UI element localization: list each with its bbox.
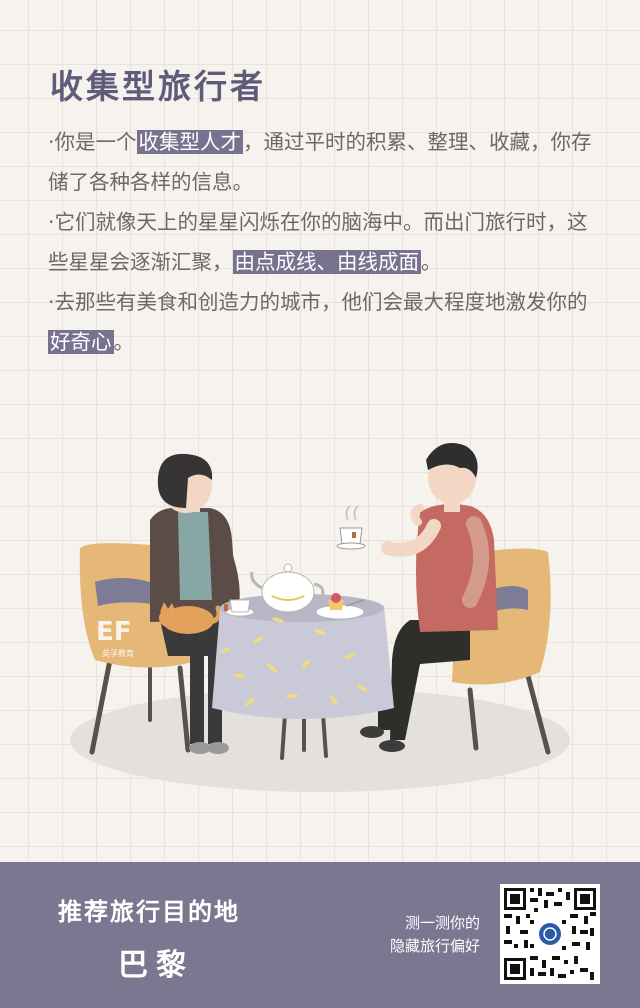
svg-text:EF: EF (96, 617, 132, 647)
ef-logo: EF 英孚教育 (96, 617, 134, 658)
quiz-prompt: 测一测你的 隐藏旅行偏好 (360, 912, 480, 958)
paragraph-3-text-a: ·去那些有美食和创造力的城市，他们会最大程度地激发你的 (48, 290, 588, 314)
page-title: 收集型旅行者 (50, 67, 266, 106)
highlight-lines: 由点成线、由线成面 (232, 250, 421, 274)
svg-text:英孚教育: 英孚教育 (102, 648, 134, 658)
qr-finder-top-right (574, 888, 596, 910)
qr-finder-bottom-left (504, 958, 526, 980)
paragraph-3: ·去那些有美食和创造力的城市，他们会最大程度地激发你的好奇心。 (48, 282, 604, 362)
quiz-prompt-line-2: 隐藏旅行偏好 (389, 937, 480, 955)
paragraph-3-text-b: 。 (113, 330, 135, 354)
tea-party-illustration: EF 英孚教育 (70, 443, 570, 792)
qr-code[interactable] (500, 884, 600, 984)
qr-finder-top-left (504, 888, 526, 910)
quiz-prompt-line-1: 测一测你的 (404, 914, 480, 932)
qr-center-logo (536, 920, 564, 948)
recommendation-label: 推荐旅行目的地 (58, 898, 240, 926)
highlight-curiosity: 好奇心 (48, 330, 114, 354)
destination-city: 巴黎 (118, 948, 194, 983)
highlight-collector: 收集型人才 (136, 130, 244, 154)
paragraph-1-text-a: ·你是一个 (48, 130, 137, 154)
paragraph-2-text-b: 。 (421, 250, 442, 274)
paragraph-1: ·你是一个收集型人才，通过平时的积累、整理、收藏，你存储了各种各样的信息。 (48, 122, 604, 202)
paragraph-2: ·它们就像天上的星星闪烁在你的脑海中。而出门旅行时，这些星星会逐渐汇聚，由点成线… (48, 202, 604, 282)
description: ·你是一个收集型人才，通过平时的积累、整理、收藏，你存储了各种各样的信息。 ·它… (48, 122, 604, 362)
